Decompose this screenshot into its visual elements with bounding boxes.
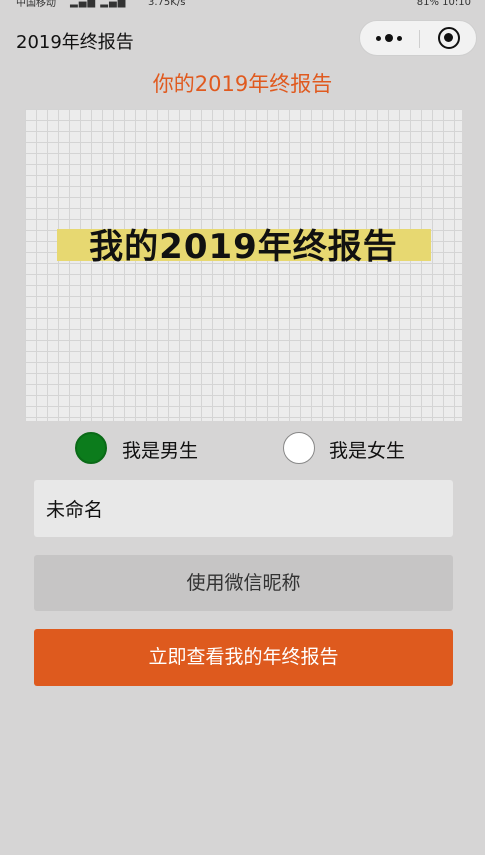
network-speed: 3.75K/s	[148, 0, 186, 8]
capsule-menu	[359, 20, 477, 56]
banner-text: 我的2019年终报告	[89, 227, 398, 267]
use-wechat-nickname-button[interactable]: 使用微信昵称	[34, 555, 453, 611]
clock: 10:10	[442, 0, 471, 8]
radio-male[interactable]	[75, 432, 107, 464]
status-bar: 中国移动 ▂▄▆ ▂▄▆ 3.75K/s 81% 10:10	[0, 0, 485, 10]
more-dots-icon[interactable]	[360, 21, 418, 55]
mini-program-titlebar: 2019年终报告	[0, 18, 485, 62]
battery-level: 81%	[416, 0, 439, 8]
radio-male-label[interactable]: 我是男生	[122, 436, 198, 463]
report-heading: 你的2019年终报告	[152, 72, 333, 96]
gender-radio-group: 我是男生 我是女生	[0, 430, 485, 466]
signal-icon: ▂▄▆ ▂▄▆	[70, 0, 127, 8]
radio-female-label[interactable]: 我是女生	[329, 436, 405, 463]
status-right: 81% 10:10	[417, 0, 471, 8]
carrier-label: 中国移动	[16, 0, 56, 9]
close-target-icon[interactable]	[438, 27, 460, 49]
page-title: 2019年终报告	[16, 32, 134, 53]
banner-image: 我的2019年终报告	[25, 109, 462, 421]
view-report-button[interactable]: 立即查看我的年终报告	[34, 629, 453, 686]
nickname-input[interactable]	[34, 480, 453, 537]
radio-female[interactable]	[283, 432, 315, 464]
capsule-divider	[419, 30, 420, 48]
